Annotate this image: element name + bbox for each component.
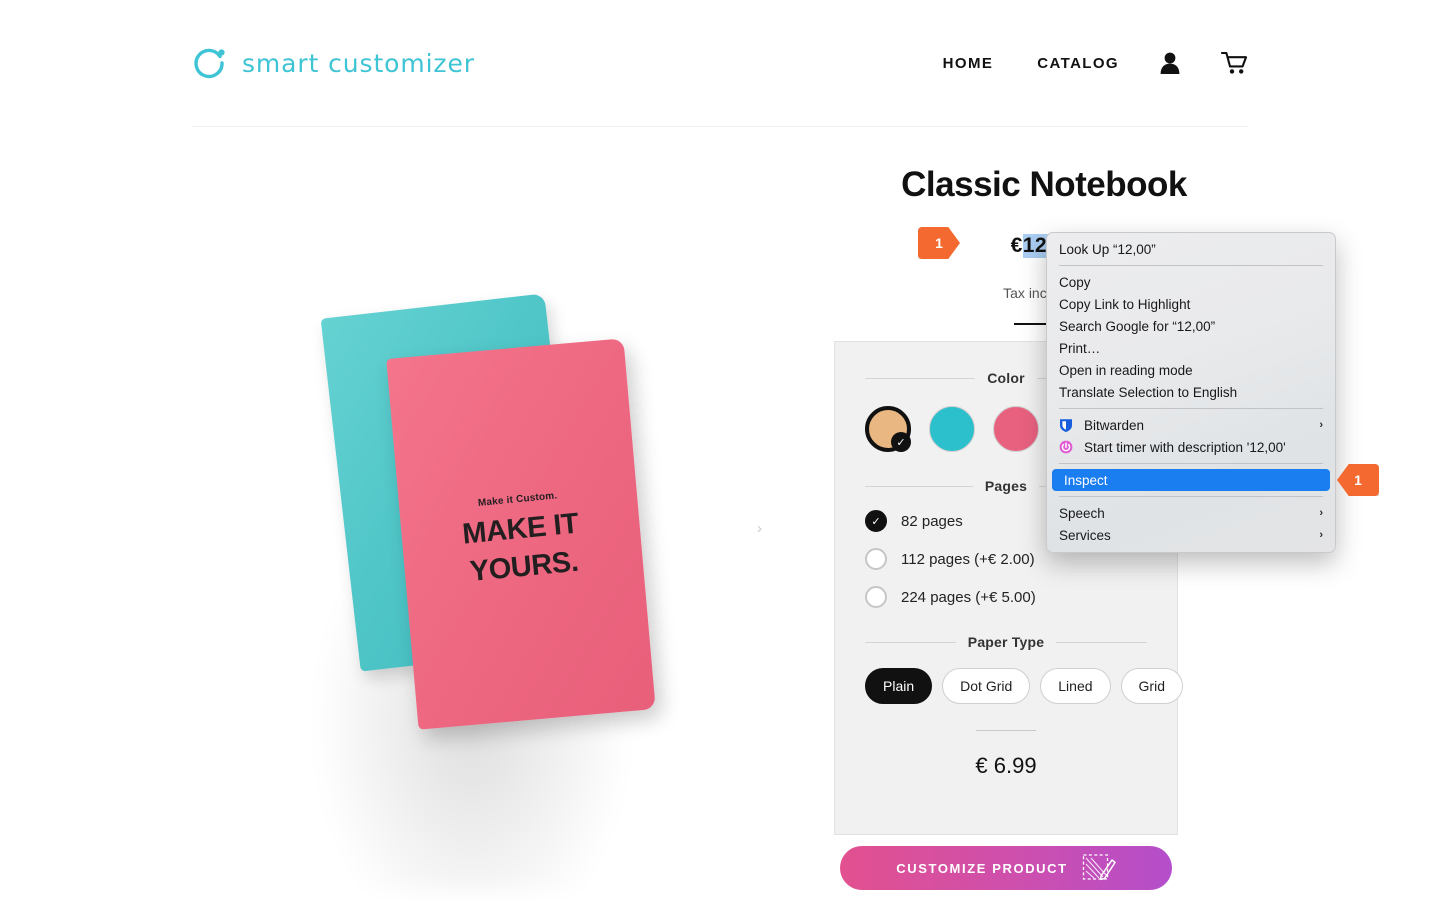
main-navigation: HOME CATALOG	[899, 51, 1248, 75]
ctx-look-up-label: Look Up “12,00”	[1059, 241, 1156, 257]
ctx-bitwarden[interactable]: Bitwarden ›	[1047, 414, 1335, 436]
ctx-open-reading-mode-label: Open in reading mode	[1059, 362, 1193, 378]
chevron-right-icon: ›	[1319, 529, 1323, 541]
cart-icon[interactable]	[1221, 51, 1248, 75]
ctx-search-google[interactable]: Search Google for “12,00”	[1047, 315, 1335, 337]
chevron-right-icon: ›	[1319, 507, 1323, 519]
chevron-right-icon: ›	[1319, 419, 1323, 431]
notebook-front-pink: Make it Custom. MAKE IT YOURS.	[386, 338, 656, 730]
pages-option-label: 112 pages (+€ 2.00)	[901, 550, 1035, 568]
swatch-pink[interactable]	[993, 406, 1039, 452]
ctx-open-reading-mode[interactable]: Open in reading mode	[1047, 359, 1335, 381]
customize-product-label: CUSTOMIZE PRODUCT	[896, 860, 1068, 876]
check-icon: ✓	[891, 432, 911, 452]
swatch-tan[interactable]: ✓	[865, 406, 911, 452]
swatch-teal[interactable]	[929, 406, 975, 452]
ctx-look-up[interactable]: Look Up “12,00”	[1047, 238, 1335, 260]
price-currency: €	[1010, 234, 1023, 257]
ctx-print[interactable]: Print…	[1047, 337, 1335, 359]
pages-option-label: 224 pages (+€ 5.00)	[901, 588, 1036, 606]
page-root: smart customizer HOME CATALOG Make it Cu…	[0, 0, 1440, 900]
ctx-speech-label: Speech	[1059, 505, 1105, 521]
context-menu-separator	[1059, 408, 1323, 409]
paper-chip-dot-grid[interactable]: Dot Grid	[942, 668, 1031, 704]
paper-type-options: Plain Dot Grid Lined Grid	[865, 668, 1183, 704]
header-divider	[192, 126, 1248, 127]
pages-option-label: 82 pages	[901, 512, 963, 530]
nav-home[interactable]: HOME	[943, 55, 994, 72]
ctx-search-google-label: Search Google for “12,00”	[1059, 318, 1216, 334]
radio-checked-icon: ✓	[865, 510, 887, 532]
ctx-services[interactable]: Services ›	[1047, 524, 1335, 546]
brand-name: smart customizer	[242, 48, 475, 78]
person-icon[interactable]	[1159, 51, 1181, 75]
context-menu-separator	[1059, 496, 1323, 497]
product-gallery[interactable]: Make it Custom. MAKE IT YOURS. ›	[192, 150, 812, 890]
configurator-divider	[976, 730, 1036, 731]
ctx-services-label: Services	[1059, 527, 1111, 543]
context-menu: Look Up “12,00” Copy Copy Link to Highli…	[1046, 232, 1336, 553]
annotation-badge-inspect: 1	[1337, 464, 1379, 496]
customize-product-button[interactable]: CUSTOMIZE PRODUCT	[840, 846, 1172, 890]
radio-icon	[865, 586, 887, 608]
ctx-inspect[interactable]: Inspect	[1052, 469, 1330, 491]
ctx-copy-label: Copy	[1059, 274, 1091, 290]
timer-power-icon	[1059, 440, 1077, 454]
ctx-speech[interactable]: Speech ›	[1047, 502, 1335, 524]
radio-icon	[865, 548, 887, 570]
brand-logo[interactable]: smart customizer	[192, 45, 475, 81]
ctx-copy-link-label: Copy Link to Highlight	[1059, 296, 1191, 312]
paper-type-group: Paper Type Plain Dot Grid Lined Grid	[835, 608, 1183, 704]
ctx-inspect-label: Inspect	[1064, 472, 1108, 488]
paper-chip-lined[interactable]: Lined	[1040, 668, 1111, 704]
page-title: Classic Notebook	[901, 165, 1187, 204]
paper-type-group-title: Paper Type	[865, 634, 1147, 650]
ctx-print-label: Print…	[1059, 340, 1101, 356]
paper-chip-grid[interactable]: Grid	[1120, 668, 1183, 704]
ctx-copy-link-to-highlight[interactable]: Copy Link to Highlight	[1047, 293, 1335, 315]
pages-option-224[interactable]: 224 pages (+€ 5.00)	[865, 586, 1147, 608]
site-header: smart customizer HOME CATALOG	[0, 0, 1440, 127]
context-menu-separator	[1059, 265, 1323, 266]
ctx-translate-selection[interactable]: Translate Selection to English	[1047, 381, 1335, 403]
ctx-copy[interactable]: Copy	[1047, 271, 1335, 293]
nav-catalog[interactable]: CATALOG	[1037, 55, 1119, 72]
bitwarden-shield-icon	[1059, 418, 1077, 433]
ctx-start-timer-label: Start timer with description '12,00'	[1084, 439, 1286, 455]
context-menu-separator	[1059, 463, 1323, 464]
product-photo: Make it Custom. MAKE IT YOURS.	[252, 290, 712, 890]
ctx-translate-label: Translate Selection to English	[1059, 384, 1238, 400]
ctx-bitwarden-label: Bitwarden	[1084, 417, 1145, 433]
paper-chip-plain[interactable]: Plain	[865, 668, 933, 704]
design-pencil-icon	[1082, 852, 1116, 885]
configurator-total-price: € 6.99	[975, 753, 1037, 778]
gallery-next-icon[interactable]: ›	[757, 520, 762, 537]
ctx-start-timer[interactable]: Start timer with description '12,00'	[1047, 436, 1335, 458]
smart-customizer-logo-icon	[192, 45, 228, 81]
